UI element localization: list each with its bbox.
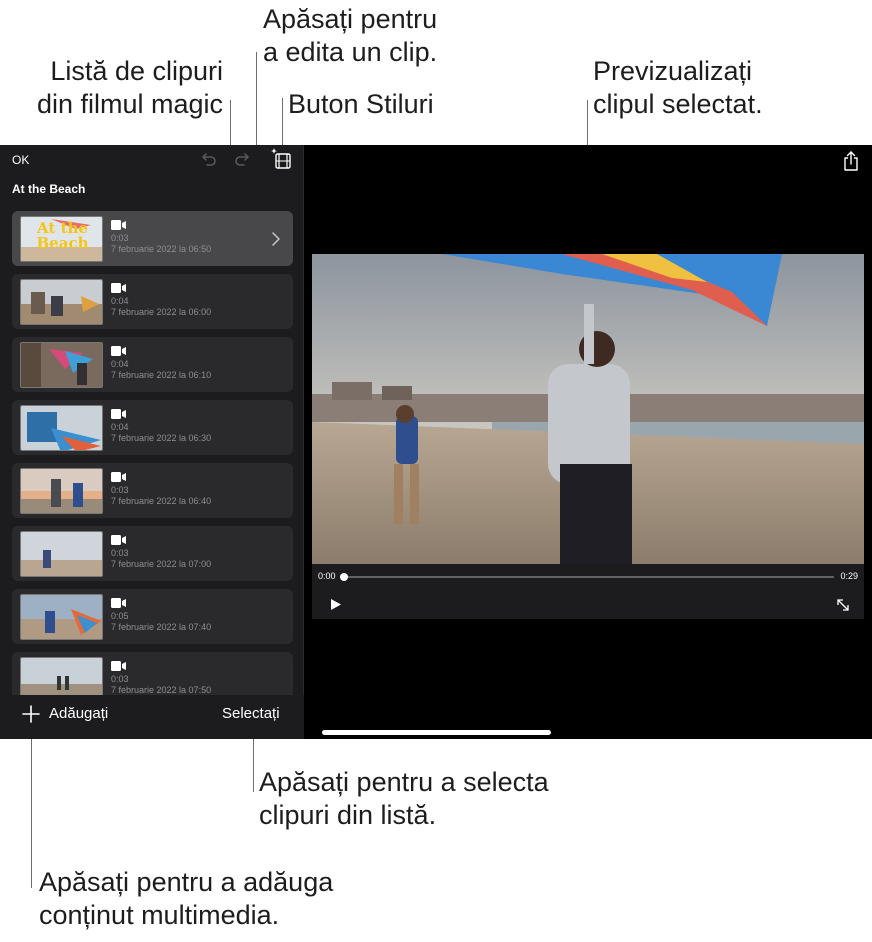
callout-edit-clip: Apăsați pentru a edita un clip. xyxy=(263,4,438,67)
clip-thumbnail xyxy=(20,468,103,514)
ipad-screen: OK At the Beach At the Beach 0:03 7 febr… xyxy=(0,145,872,739)
clip-duration: 0:05 xyxy=(111,611,129,621)
clip-row[interactable]: 0:04 7 februarie 2022 la 06:30 xyxy=(12,400,293,455)
add-media-button[interactable]: Adăugați xyxy=(49,705,108,722)
clip-duration: 0:03 xyxy=(111,485,129,495)
clip-row[interactable]: 0:05 7 februarie 2022 la 07:40 xyxy=(12,589,293,644)
callout-styles-button: Buton Stiluri xyxy=(288,89,434,119)
clip-date: 7 februarie 2022 la 06:40 xyxy=(111,496,212,506)
select-clips-button[interactable]: Selectați xyxy=(222,705,280,722)
callout-select-clips: Apăsați pentru a selecta clipuri din lis… xyxy=(259,767,549,830)
callout-clip-list: Listă de clipuri din filmul magic xyxy=(36,56,223,119)
leader-line-add xyxy=(31,718,32,888)
clip-date: 7 februarie 2022 la 07:40 xyxy=(111,622,212,632)
clip-date: 7 februarie 2022 la 07:50 xyxy=(111,685,212,695)
movie-title: At the Beach xyxy=(12,182,86,196)
plus-icon[interactable] xyxy=(21,704,41,724)
sidebar-bottom-bar: Adăugați Selectați xyxy=(0,695,304,739)
chevron-right-icon[interactable] xyxy=(271,231,281,247)
clip-row[interactable]: 0:03 7 februarie 2022 la 06:40 xyxy=(12,463,293,518)
video-camera-icon xyxy=(111,598,126,608)
play-icon[interactable] xyxy=(330,598,342,611)
clip-thumbnail xyxy=(20,594,103,640)
callout-add-media: Apăsați pentru a adăuga conținut multime… xyxy=(39,867,334,930)
clip-thumbnail xyxy=(20,342,103,388)
clip-date: 7 februarie 2022 la 06:00 xyxy=(111,307,212,317)
clip-row[interactable]: 0:03 7 februarie 2022 la 07:00 xyxy=(12,526,293,581)
current-time: 0:00 xyxy=(318,571,336,581)
clip-duration: 0:04 xyxy=(111,422,129,432)
expand-icon[interactable] xyxy=(835,597,851,613)
clip-thumbnail xyxy=(20,531,103,577)
clip-date: 7 februarie 2022 la 06:10 xyxy=(111,370,212,380)
undo-arrow-icon[interactable] xyxy=(198,150,218,170)
video-camera-icon xyxy=(111,283,126,293)
redo-arrow-icon[interactable] xyxy=(233,150,253,170)
video-camera-icon xyxy=(111,220,126,230)
clip-duration: 0:04 xyxy=(111,359,129,369)
ok-button[interactable]: OK xyxy=(12,153,29,167)
title-overlay-text: At the Beach xyxy=(36,219,89,252)
film-sparkle-icon[interactable] xyxy=(270,147,294,171)
video-frame[interactable] xyxy=(312,254,864,564)
video-camera-icon xyxy=(111,409,126,419)
video-camera-icon xyxy=(111,346,126,356)
clip-sidebar: OK At the Beach At the Beach 0:03 7 febr… xyxy=(0,145,304,739)
clip-duration: 0:03 xyxy=(111,674,129,684)
clip-date: 7 februarie 2022 la 06:30 xyxy=(111,433,212,443)
scrubber-track[interactable] xyxy=(344,576,834,578)
clip-duration: 0:03 xyxy=(111,233,129,243)
player-controls: 0:00 0:29 xyxy=(312,564,864,619)
clip-date: 7 februarie 2022 la 07:00 xyxy=(111,559,212,569)
clip-thumbnail xyxy=(20,657,103,695)
clip-date: 7 februarie 2022 la 06:50 xyxy=(111,244,212,254)
clip-row[interactable]: 0:03 7 februarie 2022 la 07:50 xyxy=(12,652,293,695)
clip-row[interactable]: At the Beach 0:03 7 februarie 2022 la 06… xyxy=(12,211,293,266)
scrubber-knob[interactable] xyxy=(340,573,348,581)
clip-duration: 0:03 xyxy=(111,548,129,558)
clip-list[interactable]: At the Beach 0:03 7 februarie 2022 la 06… xyxy=(0,211,304,695)
video-camera-icon xyxy=(111,535,126,545)
video-preview-player[interactable]: 0:00 0:29 xyxy=(312,254,864,619)
leader-line-styles xyxy=(282,98,283,148)
share-icon[interactable] xyxy=(842,150,860,172)
clip-row[interactable]: 0:04 7 februarie 2022 la 06:10 xyxy=(12,337,293,392)
callout-preview: Previzualizați clipul selectat. xyxy=(593,56,763,119)
clip-row[interactable]: 0:04 7 februarie 2022 la 06:00 xyxy=(12,274,293,329)
video-camera-icon xyxy=(111,661,126,671)
home-indicator[interactable] xyxy=(322,730,551,735)
clip-duration: 0:04 xyxy=(111,296,129,306)
video-camera-icon xyxy=(111,472,126,482)
clip-thumbnail xyxy=(20,279,103,325)
total-time: 0:29 xyxy=(840,571,858,581)
clip-thumbnail: At the Beach xyxy=(20,216,103,262)
clip-thumbnail xyxy=(20,405,103,451)
